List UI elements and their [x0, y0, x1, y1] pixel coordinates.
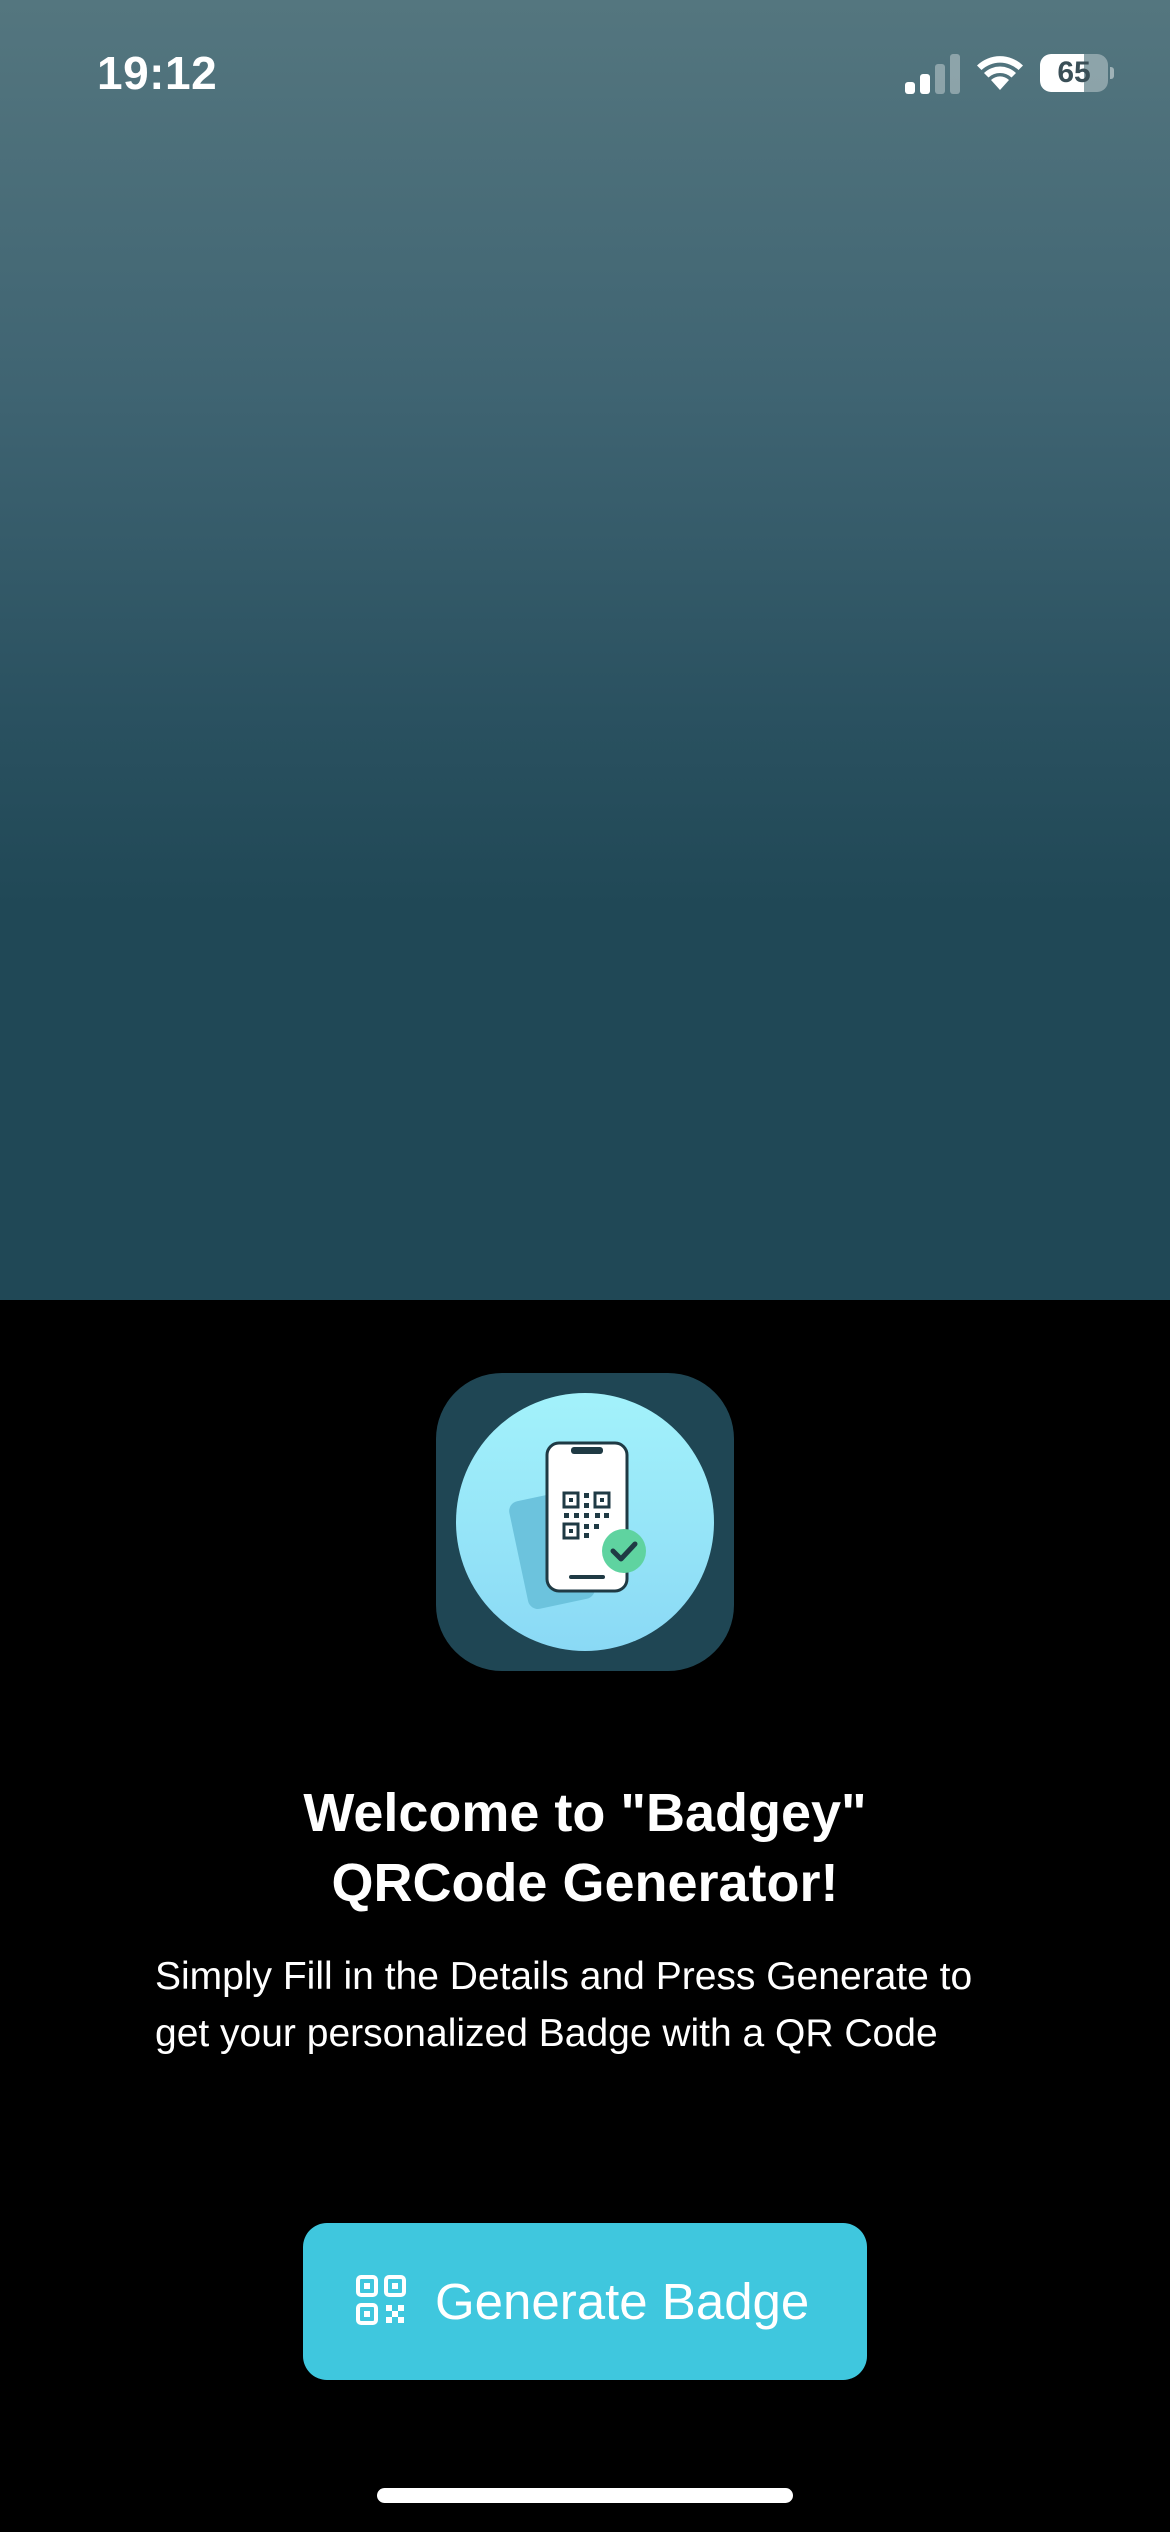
app-icon	[436, 1373, 734, 1671]
welcome-description: Simply Fill in the Details and Press Gen…	[155, 1955, 973, 2055]
status-time: 19:12	[97, 47, 218, 99]
phone-qr-check-icon	[456, 1393, 714, 1651]
qr-code-icon	[356, 2275, 406, 2325]
generate-badge-button[interactable]: Generate Badge	[303, 2223, 867, 2380]
battery-level: 65	[1057, 56, 1091, 89]
battery-body: 65	[1040, 54, 1108, 92]
hero-background	[0, 0, 1170, 1300]
welcome-title: Welcome to "Badgey" QRCode Generator!	[85, 1778, 1085, 1918]
battery-cap	[1110, 67, 1114, 79]
wifi-icon	[977, 56, 1023, 90]
home-indicator[interactable]	[377, 2488, 793, 2503]
battery-icon: 65	[1040, 54, 1114, 92]
welcome-title-line-1: Welcome to "Badgey"	[303, 1783, 867, 1843]
status-bar: 19:12 65	[0, 0, 1170, 150]
generate-badge-label: Generate Badge	[435, 2273, 810, 2330]
welcome-title-line-2: QRCode Generator!	[331, 1853, 839, 1913]
cellular-signal-icon	[905, 54, 960, 94]
welcome-screen: 19:12 65 Welcome to "Badgey" QRCode Gene…	[0, 0, 1170, 2532]
